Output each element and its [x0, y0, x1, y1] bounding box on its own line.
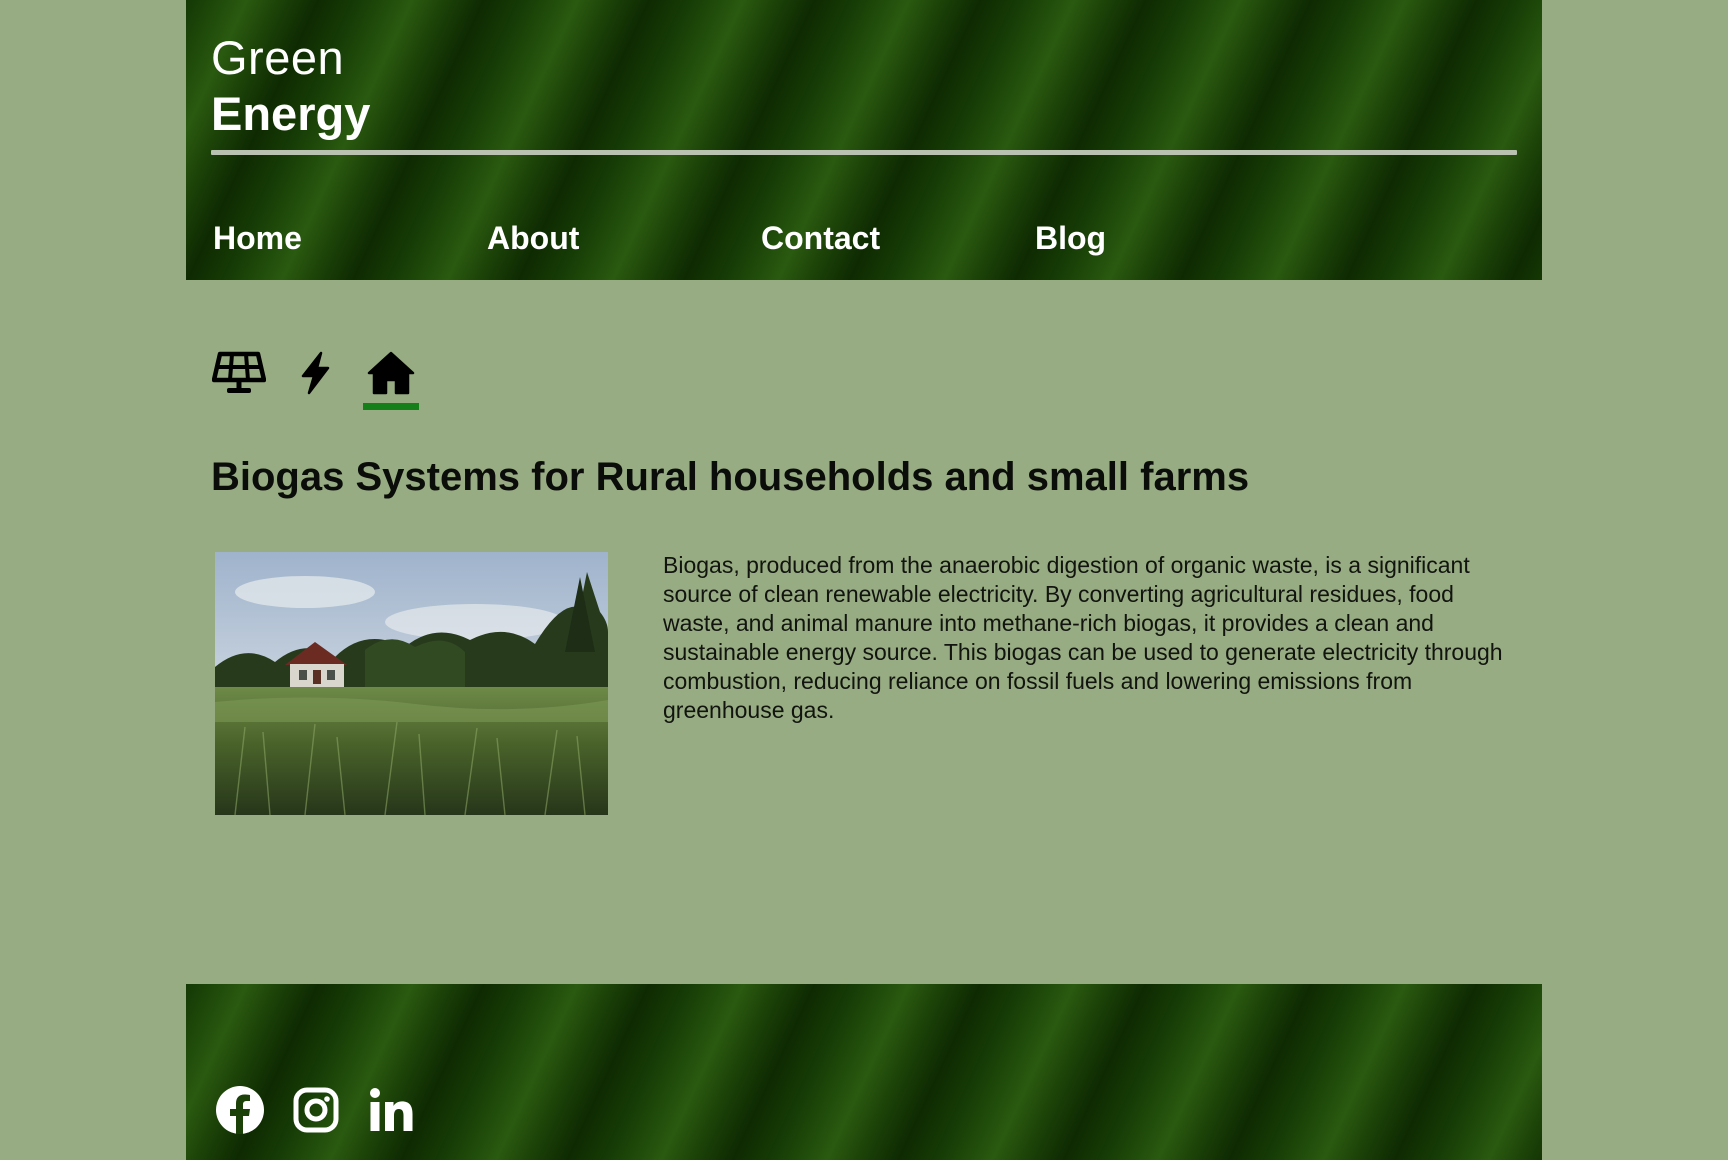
linkedin-link[interactable] [366, 1084, 418, 1136]
article-photo [215, 552, 608, 815]
category-tabs [211, 345, 441, 415]
article-body: Biogas, produced from the anaerobic dige… [663, 552, 1503, 723]
active-tab-indicator [363, 403, 419, 410]
article-title: Biogas Systems for Rural households and … [211, 455, 1250, 499]
header-divider [211, 150, 1517, 155]
nav-home[interactable]: Home [213, 220, 302, 257]
brand-line-2: Energy [211, 87, 371, 140]
brand-line-1: Green [211, 31, 345, 84]
electricity-tab[interactable] [287, 345, 343, 401]
house-icon [367, 351, 415, 395]
solar-panel-tab[interactable] [211, 345, 267, 401]
nav-about[interactable]: About [487, 220, 579, 257]
facebook-icon [216, 1086, 264, 1134]
solar-panel-icon [212, 351, 266, 393]
facebook-link[interactable] [214, 1084, 266, 1136]
brand-logo[interactable]: Green Energy [211, 30, 370, 142]
home-tab[interactable] [363, 345, 419, 401]
page: Green Energy Home About Contact Blog Bio… [186, 0, 1542, 1160]
nav-blog[interactable]: Blog [1035, 220, 1106, 257]
linkedin-icon [370, 1088, 413, 1131]
lightning-bolt-icon [301, 351, 330, 395]
site-footer [186, 984, 1542, 1160]
instagram-icon [293, 1087, 339, 1133]
site-header: Green Energy Home About Contact Blog [186, 0, 1542, 280]
nav-contact[interactable]: Contact [761, 220, 880, 257]
instagram-link[interactable] [290, 1084, 342, 1136]
